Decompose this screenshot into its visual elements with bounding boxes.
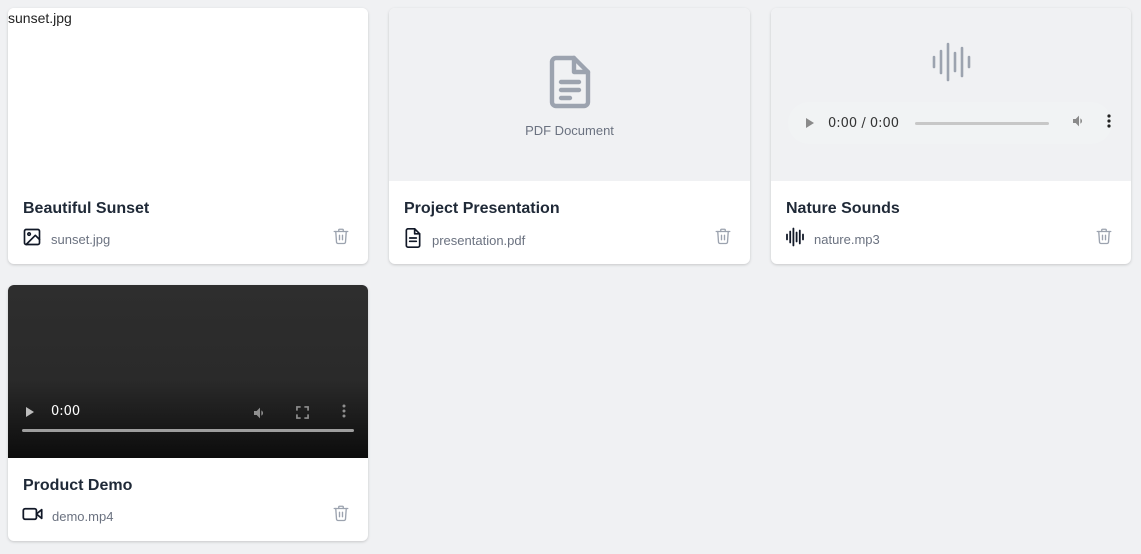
trash-icon: [715, 228, 731, 245]
document-large-icon: [546, 54, 594, 115]
media-grid: sunset.jpg Beautiful Sunset sunset.jpg P…: [0, 0, 1141, 554]
audio-wave-large-icon: [931, 42, 973, 87]
file-meta: sunset.jpg: [22, 227, 110, 252]
fullscreen-icon[interactable]: [296, 406, 309, 424]
audio-wave-icon: [785, 227, 805, 252]
broken-image-alt-text: sunset.jpg: [8, 10, 72, 26]
video-controls: 0:00: [8, 398, 368, 458]
file-name: sunset.jpg: [51, 232, 111, 247]
file-meta: presentation.pdf: [403, 227, 525, 254]
video-time: 0:00: [51, 404, 81, 419]
media-card-pdf: PDF Document Project Presentation presen…: [389, 8, 750, 264]
card-info: Project Presentation presentation.pdf: [389, 181, 750, 264]
card-title: Beautiful Sunset: [23, 200, 150, 217]
card-info: Nature Sounds nature.mp3: [771, 181, 1131, 264]
image-icon: [22, 227, 42, 252]
video-icon: [22, 504, 43, 529]
broken-image-placeholder: sunset.jpg: [8, 10, 72, 26]
more-options-icon[interactable]: [1107, 113, 1111, 133]
card-title: Nature Sounds: [786, 200, 900, 217]
file-name: presentation.pdf: [432, 233, 526, 248]
delete-button[interactable]: [714, 227, 732, 250]
card-title: Product Demo: [23, 477, 133, 494]
image-preview: sunset.jpg: [8, 8, 368, 181]
volume-icon[interactable]: [252, 405, 268, 426]
card-info: Beautiful Sunset sunset.jpg: [8, 181, 368, 264]
file-name: nature.mp3: [814, 232, 880, 247]
media-card-video: 0:00 Product Demo demo.mp4: [8, 285, 368, 541]
delete-button[interactable]: [332, 227, 350, 250]
audio-time: 0:00 / 0:00: [828, 115, 900, 131]
audio-preview: 0:00 / 0:00: [771, 8, 1131, 181]
file-meta: demo.mp4: [22, 504, 113, 529]
audio-seek-bar[interactable]: [915, 121, 1050, 125]
video-seek-bar[interactable]: [22, 429, 354, 432]
card-title: Project Presentation: [404, 200, 560, 217]
media-card-audio: 0:00 / 0:00 Nature Sounds nature.mp3: [771, 8, 1131, 264]
pdf-preview: PDF Document: [389, 8, 750, 181]
trash-icon: [333, 505, 349, 522]
file-name: demo.mp4: [52, 509, 114, 524]
media-card-image: sunset.jpg Beautiful Sunset sunset.jpg: [8, 8, 368, 264]
delete-button[interactable]: [332, 504, 350, 527]
play-icon[interactable]: [26, 407, 34, 417]
video-player[interactable]: 0:00: [8, 285, 368, 458]
trash-icon: [1096, 228, 1112, 245]
audio-player: 0:00 / 0:00: [788, 102, 1112, 144]
pdf-preview-label: PDF Document: [525, 123, 614, 138]
card-info: Product Demo demo.mp4: [8, 458, 368, 541]
more-options-icon[interactable]: [342, 404, 346, 423]
play-icon[interactable]: [806, 118, 814, 128]
trash-icon: [333, 228, 349, 245]
volume-icon[interactable]: [1071, 113, 1087, 134]
document-icon: [403, 227, 423, 254]
delete-button[interactable]: [1095, 227, 1113, 250]
file-meta: nature.mp3: [785, 227, 880, 252]
